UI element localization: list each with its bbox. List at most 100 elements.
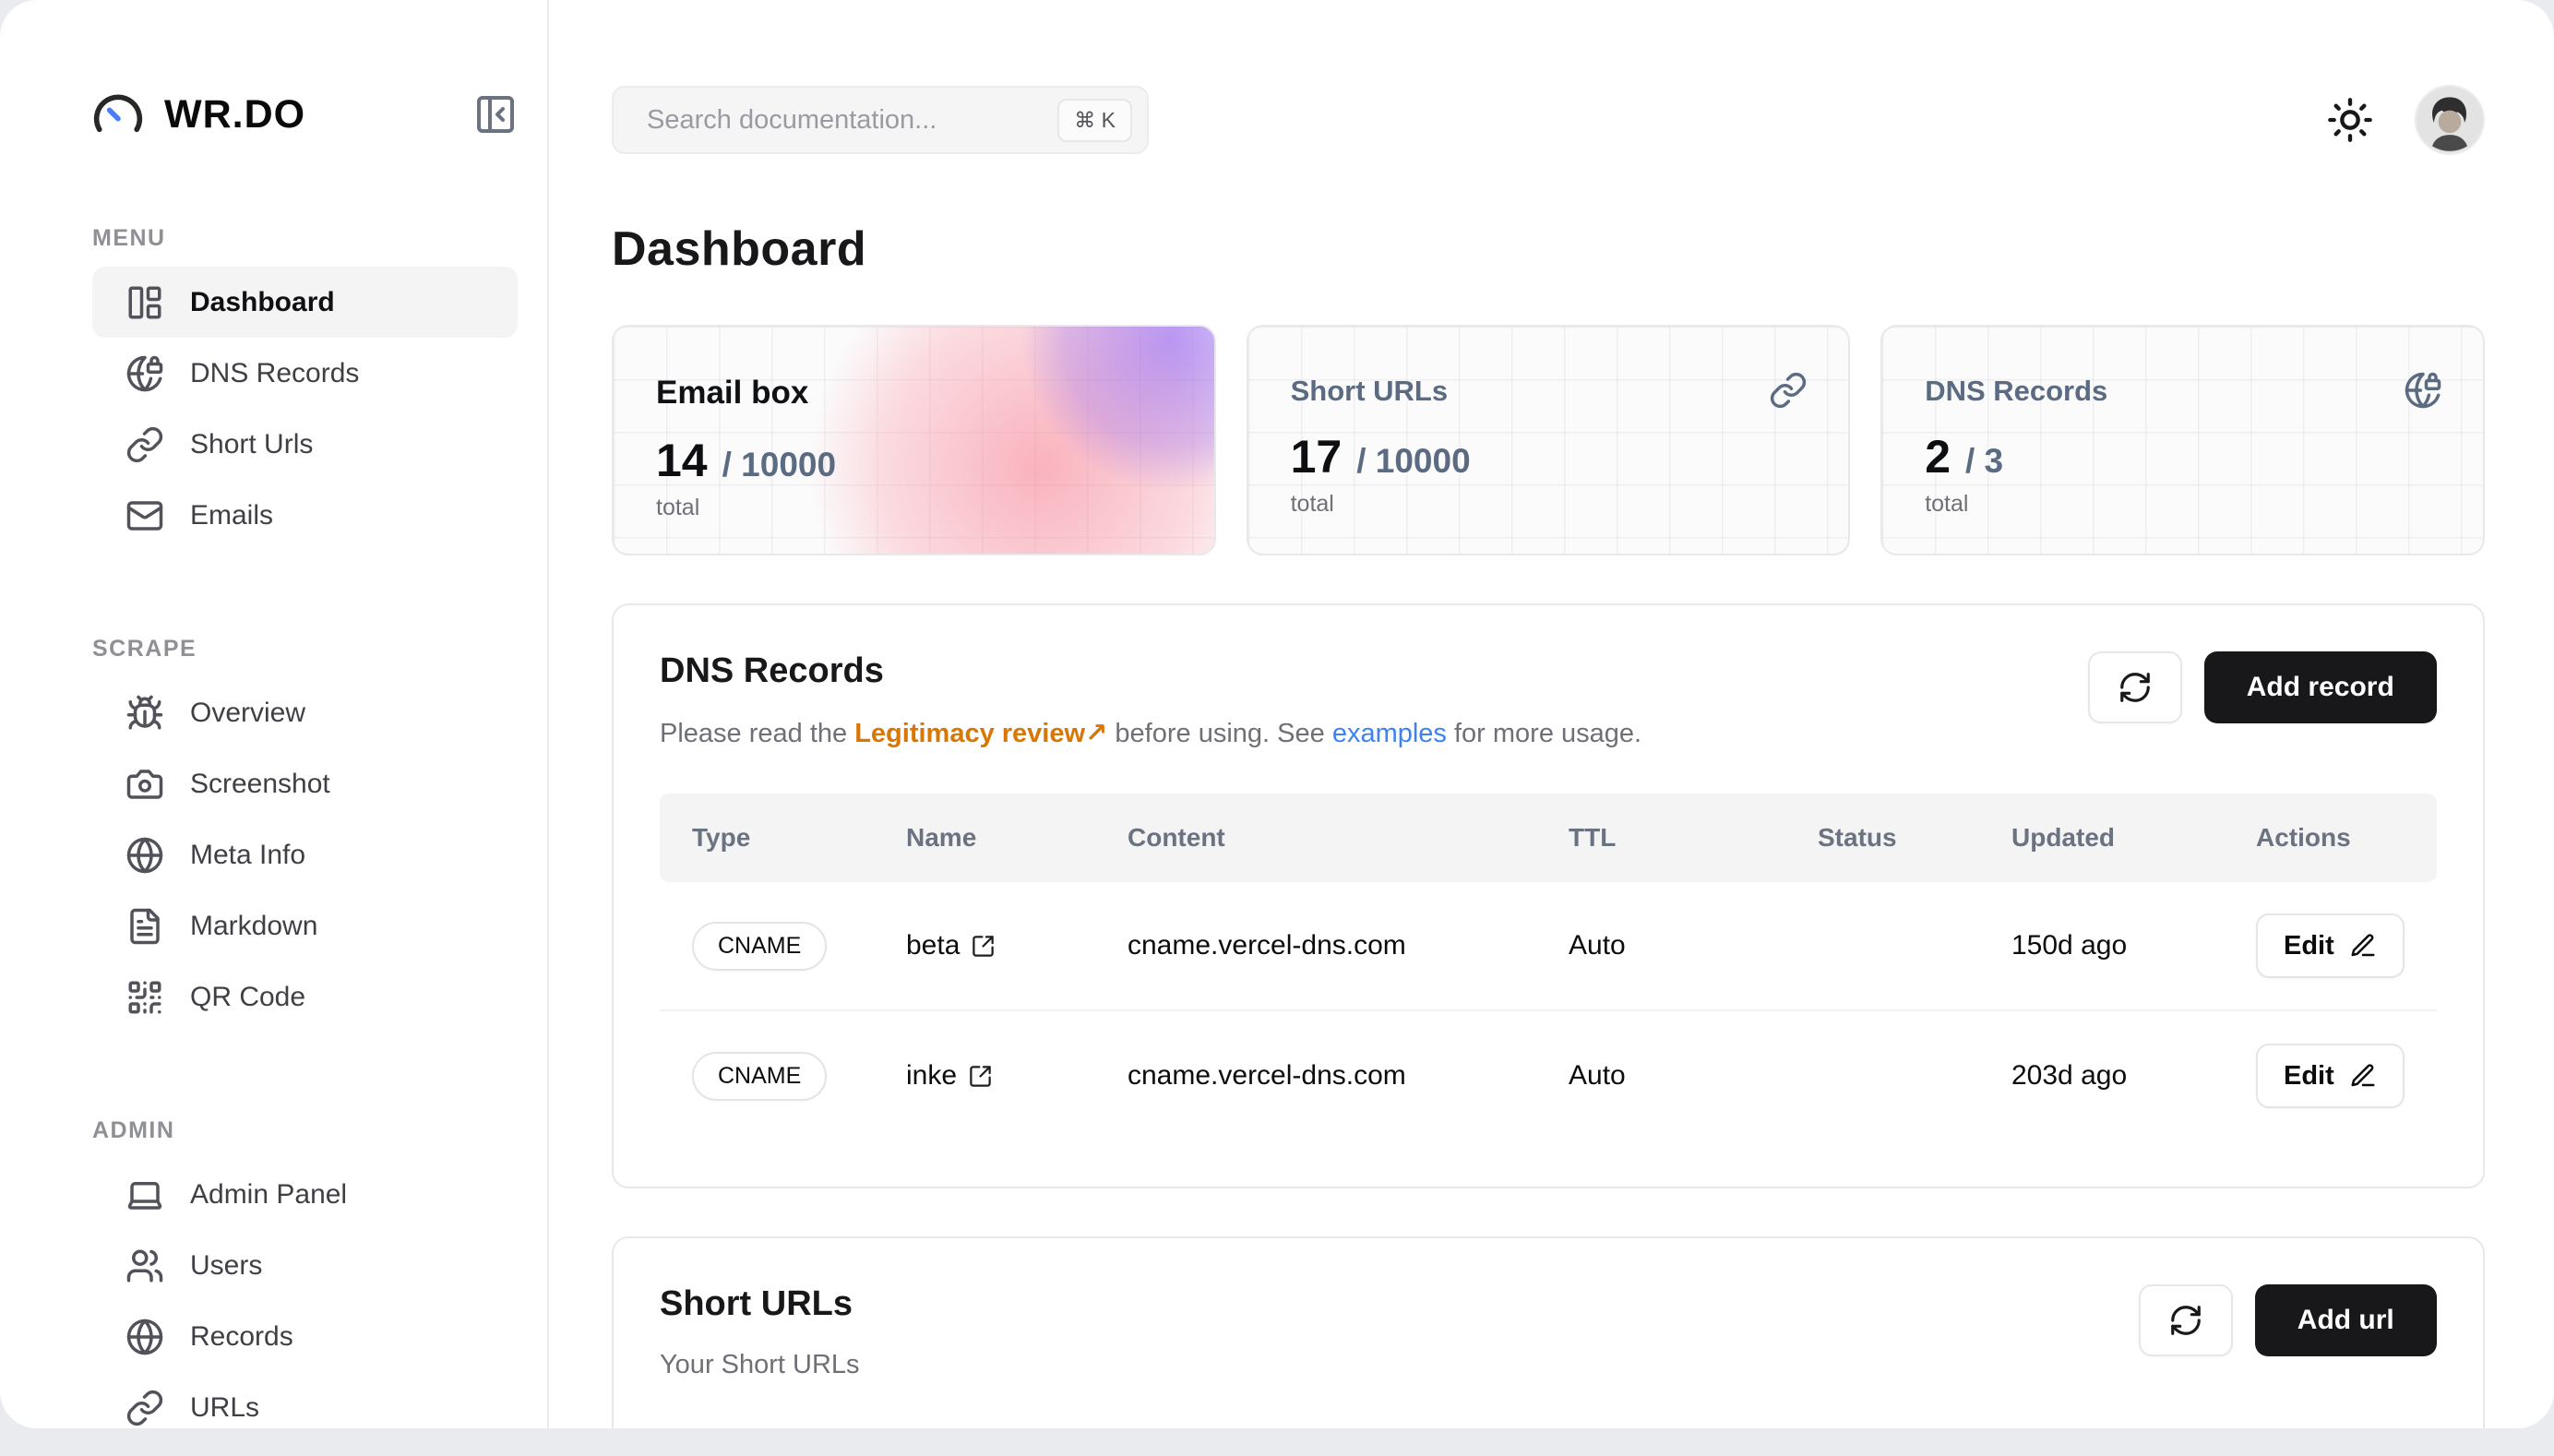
sidebar-item-label: Dashboard [190, 287, 335, 318]
sidebar-item-urls[interactable]: URLs [92, 1372, 518, 1428]
stat-card-value: 14 [656, 434, 708, 487]
sidebar-section-admin: ADMIN [92, 1117, 518, 1144]
sidebar-item-label: Records [190, 1321, 293, 1353]
desc-text: for more usage. [1447, 719, 1641, 748]
users-icon [125, 1247, 164, 1285]
dns-refresh-button[interactable] [2088, 651, 2182, 723]
laptop-icon [125, 1176, 164, 1214]
sidebar-item-users[interactable]: Users [92, 1230, 518, 1301]
mail-icon [125, 496, 164, 535]
sidebar-item-emails[interactable]: Emails [92, 480, 518, 551]
scrape-nav: Overview Screenshot Meta Info Markdown Q… [92, 677, 518, 1032]
short-urls-title: Short URLs [660, 1284, 860, 1324]
sidebar-item-qr-code[interactable]: QR Code [92, 961, 518, 1032]
sidebar-item-records[interactable]: Records [92, 1301, 518, 1372]
sidebar-item-label: Screenshot [190, 769, 330, 800]
user-avatar[interactable] [2415, 85, 2485, 155]
topbar-right [2326, 85, 2485, 155]
sidebar-item-overview[interactable]: Overview [92, 677, 518, 748]
sidebar-section-menu: MENU [92, 225, 518, 252]
theme-toggle-button[interactable] [2326, 96, 2374, 144]
admin-nav: Admin Panel Users Records URLs [92, 1159, 518, 1428]
stat-card-caption: total [656, 495, 1172, 521]
brand-name: WR.DO [164, 92, 305, 137]
record-content: cname.vercel-dns.com [1128, 930, 1569, 961]
sun-icon [2326, 96, 2374, 144]
sidebar-item-label: Overview [190, 698, 305, 729]
refresh-icon [2168, 1303, 2203, 1338]
desc-text: before using. See [1107, 719, 1331, 748]
record-name-link[interactable]: beta [906, 930, 1128, 961]
qr-code-icon [125, 978, 164, 1017]
link-icon [125, 1389, 164, 1427]
stat-card-caption: total [1291, 491, 1807, 518]
add-url-button[interactable]: Add url [2255, 1284, 2437, 1356]
sidebar-item-dns-records[interactable]: DNS Records [92, 338, 518, 409]
link-icon [125, 425, 164, 464]
col-header-updated: Updated [2011, 823, 2256, 853]
sidebar-item-admin-panel[interactable]: Admin Panel [92, 1159, 518, 1230]
stat-card-limit: / 10000 [722, 446, 836, 484]
sidebar-collapse-button[interactable] [473, 92, 518, 137]
page-title: Dashboard [612, 221, 2485, 277]
search-input[interactable]: Search documentation... ⌘ K [612, 86, 1149, 154]
sidebar-item-label: Users [190, 1250, 262, 1282]
topbar: Search documentation... ⌘ K [612, 85, 2485, 155]
bug-icon [125, 694, 164, 733]
table-header-row: Type Name Content TTL Status Updated Act… [660, 794, 2437, 882]
sidebar-item-screenshot[interactable]: Screenshot [92, 748, 518, 819]
sidebar-section-scrape: SCRAPE [92, 636, 518, 662]
stat-card-value: 2 [1925, 430, 1951, 483]
sidebar-item-label: Admin Panel [190, 1179, 347, 1211]
col-header-name: Name [906, 823, 1128, 853]
sidebar-item-short-urls[interactable]: Short Urls [92, 409, 518, 480]
sidebar: WR.DO MENU Dashboard DNS Records Short U… [0, 0, 549, 1428]
sidebar-item-meta-info[interactable]: Meta Info [92, 819, 518, 890]
stat-card-short-urls: Short URLs 17 / 10000 total [1247, 325, 1851, 555]
main-content: Search documentation... ⌘ K Dashboard [549, 0, 2554, 1428]
edit-record-button[interactable]: Edit [2256, 1044, 2405, 1108]
search-placeholder: Search documentation... [647, 105, 937, 136]
shortcut-badge: ⌘ K [1057, 99, 1132, 142]
file-text-icon [125, 907, 164, 946]
globe-icon [125, 836, 164, 875]
sidebar-item-label: Meta Info [190, 840, 305, 871]
stat-card-dns-records: DNS Records 2 / 3 total [1880, 325, 2485, 555]
col-header-ttl: TTL [1569, 823, 1818, 853]
record-updated: 150d ago [2011, 930, 2256, 961]
sidebar-item-label: QR Code [190, 982, 305, 1013]
col-header-status: Status [1818, 823, 2011, 853]
record-updated: 203d ago [2011, 1060, 2256, 1092]
toggle-knob [1774, 936, 1811, 973]
brand: WR.DO [92, 89, 518, 140]
dns-panel-description: Please read the Legitimacy review↗ befor… [660, 717, 1641, 749]
pencil-icon [2349, 1062, 2377, 1090]
urls-refresh-button[interactable] [2139, 1284, 2233, 1356]
link-icon [1769, 371, 1808, 410]
stat-card-title: DNS Records [1925, 375, 2441, 408]
stat-cards: Email box 14 / 10000 total Short URLs 17… [612, 325, 2485, 555]
refresh-icon [2118, 670, 2153, 705]
globe-lock-icon [125, 354, 164, 393]
camera-icon [125, 765, 164, 804]
sidebar-item-markdown[interactable]: Markdown [92, 890, 518, 961]
record-name-link[interactable]: inke [906, 1060, 1128, 1092]
edit-record-button[interactable]: Edit [2256, 913, 2405, 978]
sidebar-item-label: Short Urls [190, 429, 313, 460]
short-urls-panel: Short URLs Your Short URLs Add url [612, 1236, 2485, 1428]
pencil-icon [2349, 932, 2377, 960]
examples-link[interactable]: examples [1332, 719, 1447, 748]
menu-nav: Dashboard DNS Records Short Urls Emails [92, 267, 518, 551]
add-record-button[interactable]: Add record [2204, 651, 2437, 723]
record-content: cname.vercel-dns.com [1128, 1060, 1569, 1092]
dns-records-panel: DNS Records Please read the Legitimacy r… [612, 603, 2485, 1188]
external-link-icon [968, 1064, 993, 1089]
stat-card-limit: / 3 [1965, 442, 2003, 481]
short-urls-subtitle: Your Short URLs [660, 1350, 860, 1380]
gauge-logo-icon [92, 89, 144, 140]
sidebar-item-dashboard[interactable]: Dashboard [92, 267, 518, 338]
legitimacy-review-link[interactable]: Legitimacy review↗ [854, 719, 1107, 748]
stat-card-value: 17 [1291, 430, 1343, 483]
sidebar-item-label: Markdown [190, 911, 317, 942]
col-header-type: Type [692, 823, 906, 853]
